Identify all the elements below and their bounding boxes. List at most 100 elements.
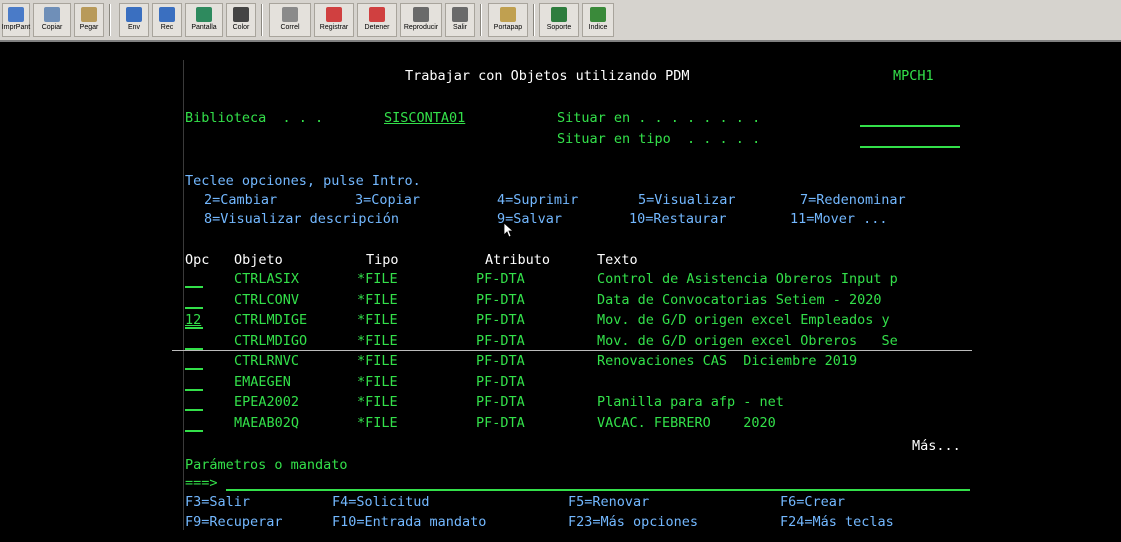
toolbar: ImprPant Copiar Pegar Env Rec Pantalla Color Co… bbox=[0, 0, 1121, 42]
command-prompt: ===> bbox=[185, 475, 218, 491]
position-label: Situar en . . . . . . . . bbox=[557, 110, 761, 126]
object-type: *FILE bbox=[357, 291, 398, 308]
toolbar-button-label: Correl bbox=[280, 24, 300, 31]
toolbar-button-label: Portapap bbox=[493, 24, 523, 31]
macro-icon bbox=[282, 7, 298, 22]
toolbar-button-color[interactable]: Color bbox=[226, 3, 256, 37]
option-input-underline bbox=[185, 409, 203, 411]
toolbar-button-indice[interactable]: Indice bbox=[582, 3, 614, 37]
stop-icon bbox=[369, 7, 385, 22]
command-input[interactable] bbox=[226, 489, 970, 491]
send-icon bbox=[126, 7, 142, 22]
position-input[interactable] bbox=[860, 125, 960, 127]
record-icon bbox=[326, 7, 342, 22]
position-type-label: Situar en tipo . . . . . bbox=[557, 131, 761, 147]
object-type: *FILE bbox=[357, 353, 398, 369]
toolbar-button-label: Reproducir bbox=[403, 24, 439, 31]
receive-icon bbox=[159, 7, 175, 22]
toolbar-button-correl[interactable]: Correl bbox=[269, 3, 311, 37]
toolbar-button-portapap[interactable]: Portapap bbox=[488, 3, 528, 37]
object-name: CTRLCONV bbox=[234, 291, 300, 308]
index-icon bbox=[590, 7, 606, 22]
toolbar-button-rec[interactable]: Rec bbox=[152, 3, 182, 37]
fkey-more-keys[interactable]: F24=Más teclas bbox=[780, 513, 894, 531]
object-attribute: PF-DTA bbox=[476, 291, 525, 308]
toolbar-button-label: Salir bbox=[452, 24, 467, 31]
color-icon bbox=[233, 7, 249, 22]
object-text: Renovaciones CAS Diciembre 2019 bbox=[597, 353, 858, 369]
object-type: *FILE bbox=[357, 394, 398, 410]
fkey-create[interactable]: F6=Crear bbox=[780, 493, 845, 511]
toolbar-button-registrar[interactable]: Registrar bbox=[314, 3, 354, 37]
option-restore: 10=Restaurar bbox=[629, 211, 727, 227]
toolbar-button-label: Color bbox=[232, 24, 250, 31]
play-icon bbox=[413, 7, 429, 22]
toolbar-button-label: Pegar bbox=[79, 24, 99, 31]
object-text: Planilla para afp - net bbox=[597, 394, 784, 410]
screen-title: Trabajar con Objetos utilizando PDM bbox=[405, 68, 690, 84]
toolbar-button-label: Indice bbox=[588, 24, 608, 31]
toolbar-button-label: ImprPant bbox=[1, 24, 31, 31]
object-text: Mov. de G/D origen excel Empleados y bbox=[597, 312, 890, 328]
object-attribute: PF-DTA bbox=[476, 394, 525, 410]
object-name: MAEAB02Q bbox=[234, 414, 300, 431]
display-icon bbox=[196, 7, 212, 22]
mouse-cursor-icon bbox=[503, 222, 515, 238]
fkey-command-entry[interactable]: F10=Entrada mandato bbox=[332, 513, 486, 531]
header-opc: Opc bbox=[185, 252, 210, 268]
header-object: Objeto bbox=[234, 252, 283, 268]
object-name: CTRLASIX bbox=[234, 271, 300, 287]
row-separator-line bbox=[172, 350, 972, 351]
object-attribute: PF-DTA bbox=[476, 332, 525, 349]
option-input-underline bbox=[185, 368, 203, 370]
object-type: *FILE bbox=[357, 373, 398, 390]
copy-icon bbox=[44, 7, 60, 22]
object-name: EPEA2002 bbox=[234, 394, 300, 410]
object-text: VACAC. FEBRERO 2020 bbox=[597, 414, 776, 431]
option-input-underline bbox=[185, 327, 203, 329]
toolbar-separator bbox=[109, 4, 111, 36]
exit-icon bbox=[452, 7, 468, 22]
object-attribute: PF-DTA bbox=[476, 414, 525, 431]
toolbar-separator bbox=[533, 4, 535, 36]
object-attribute: PF-DTA bbox=[476, 271, 525, 287]
object-type: *FILE bbox=[357, 271, 398, 287]
toolbar-button-imprpant[interactable]: ImprPant bbox=[2, 3, 30, 37]
toolbar-button-label: Registrar bbox=[319, 24, 349, 31]
fkey-prompt[interactable]: F4=Solicitud bbox=[332, 493, 430, 511]
object-name: CTRLMDIGO bbox=[234, 332, 308, 349]
toolbar-button-soporte[interactable]: Soporte bbox=[539, 3, 579, 37]
option-input-underline bbox=[185, 286, 203, 288]
toolbar-button-salir[interactable]: Salir bbox=[445, 3, 475, 37]
toolbar-button-label: Detener bbox=[364, 24, 390, 31]
object-text: Mov. de G/D origen excel Obreros Se bbox=[597, 332, 898, 349]
object-text: Control de Asistencia Obreros Input p bbox=[597, 271, 898, 287]
toolbar-separator bbox=[480, 4, 482, 36]
option-display: 5=Visualizar bbox=[638, 192, 736, 208]
fkey-refresh[interactable]: F5=Renovar bbox=[568, 493, 649, 511]
toolbar-button-copiar[interactable]: Copiar bbox=[33, 3, 71, 37]
toolbar-button-reproducir[interactable]: Reproducir bbox=[400, 3, 442, 37]
toolbar-button-pegar[interactable]: Pegar bbox=[74, 3, 104, 37]
toolbar-button-pantalla[interactable]: Pantalla bbox=[185, 3, 223, 37]
header-type: Tipo bbox=[366, 252, 399, 268]
header-text: Texto bbox=[597, 252, 638, 268]
clipboard-icon bbox=[500, 7, 516, 22]
fkey-exit[interactable]: F3=Salir bbox=[185, 493, 250, 511]
toolbar-button-label: Copiar bbox=[41, 24, 63, 31]
library-label: Biblioteca . . . bbox=[185, 110, 324, 126]
fkey-more-options[interactable]: F23=Más opciones bbox=[568, 513, 698, 531]
system-name: MPCH1 bbox=[893, 68, 934, 84]
fkey-retrieve[interactable]: F9=Recuperar bbox=[185, 513, 283, 531]
option-input-underline bbox=[185, 306, 203, 309]
library-field[interactable]: SISCONTA01 bbox=[384, 109, 465, 127]
toolbar-button-label: Env bbox=[127, 24, 141, 31]
instruction-text: Teclee opciones, pulse Intro. bbox=[185, 173, 421, 189]
object-name: EMAEGEN bbox=[234, 373, 291, 390]
toolbar-button-env[interactable]: Env bbox=[119, 3, 149, 37]
toolbar-button-detener[interactable]: Detener bbox=[357, 3, 397, 37]
toolbar-separator bbox=[261, 4, 263, 36]
position-type-input[interactable] bbox=[860, 146, 960, 148]
globe-icon bbox=[551, 7, 567, 22]
object-type: *FILE bbox=[357, 332, 398, 349]
